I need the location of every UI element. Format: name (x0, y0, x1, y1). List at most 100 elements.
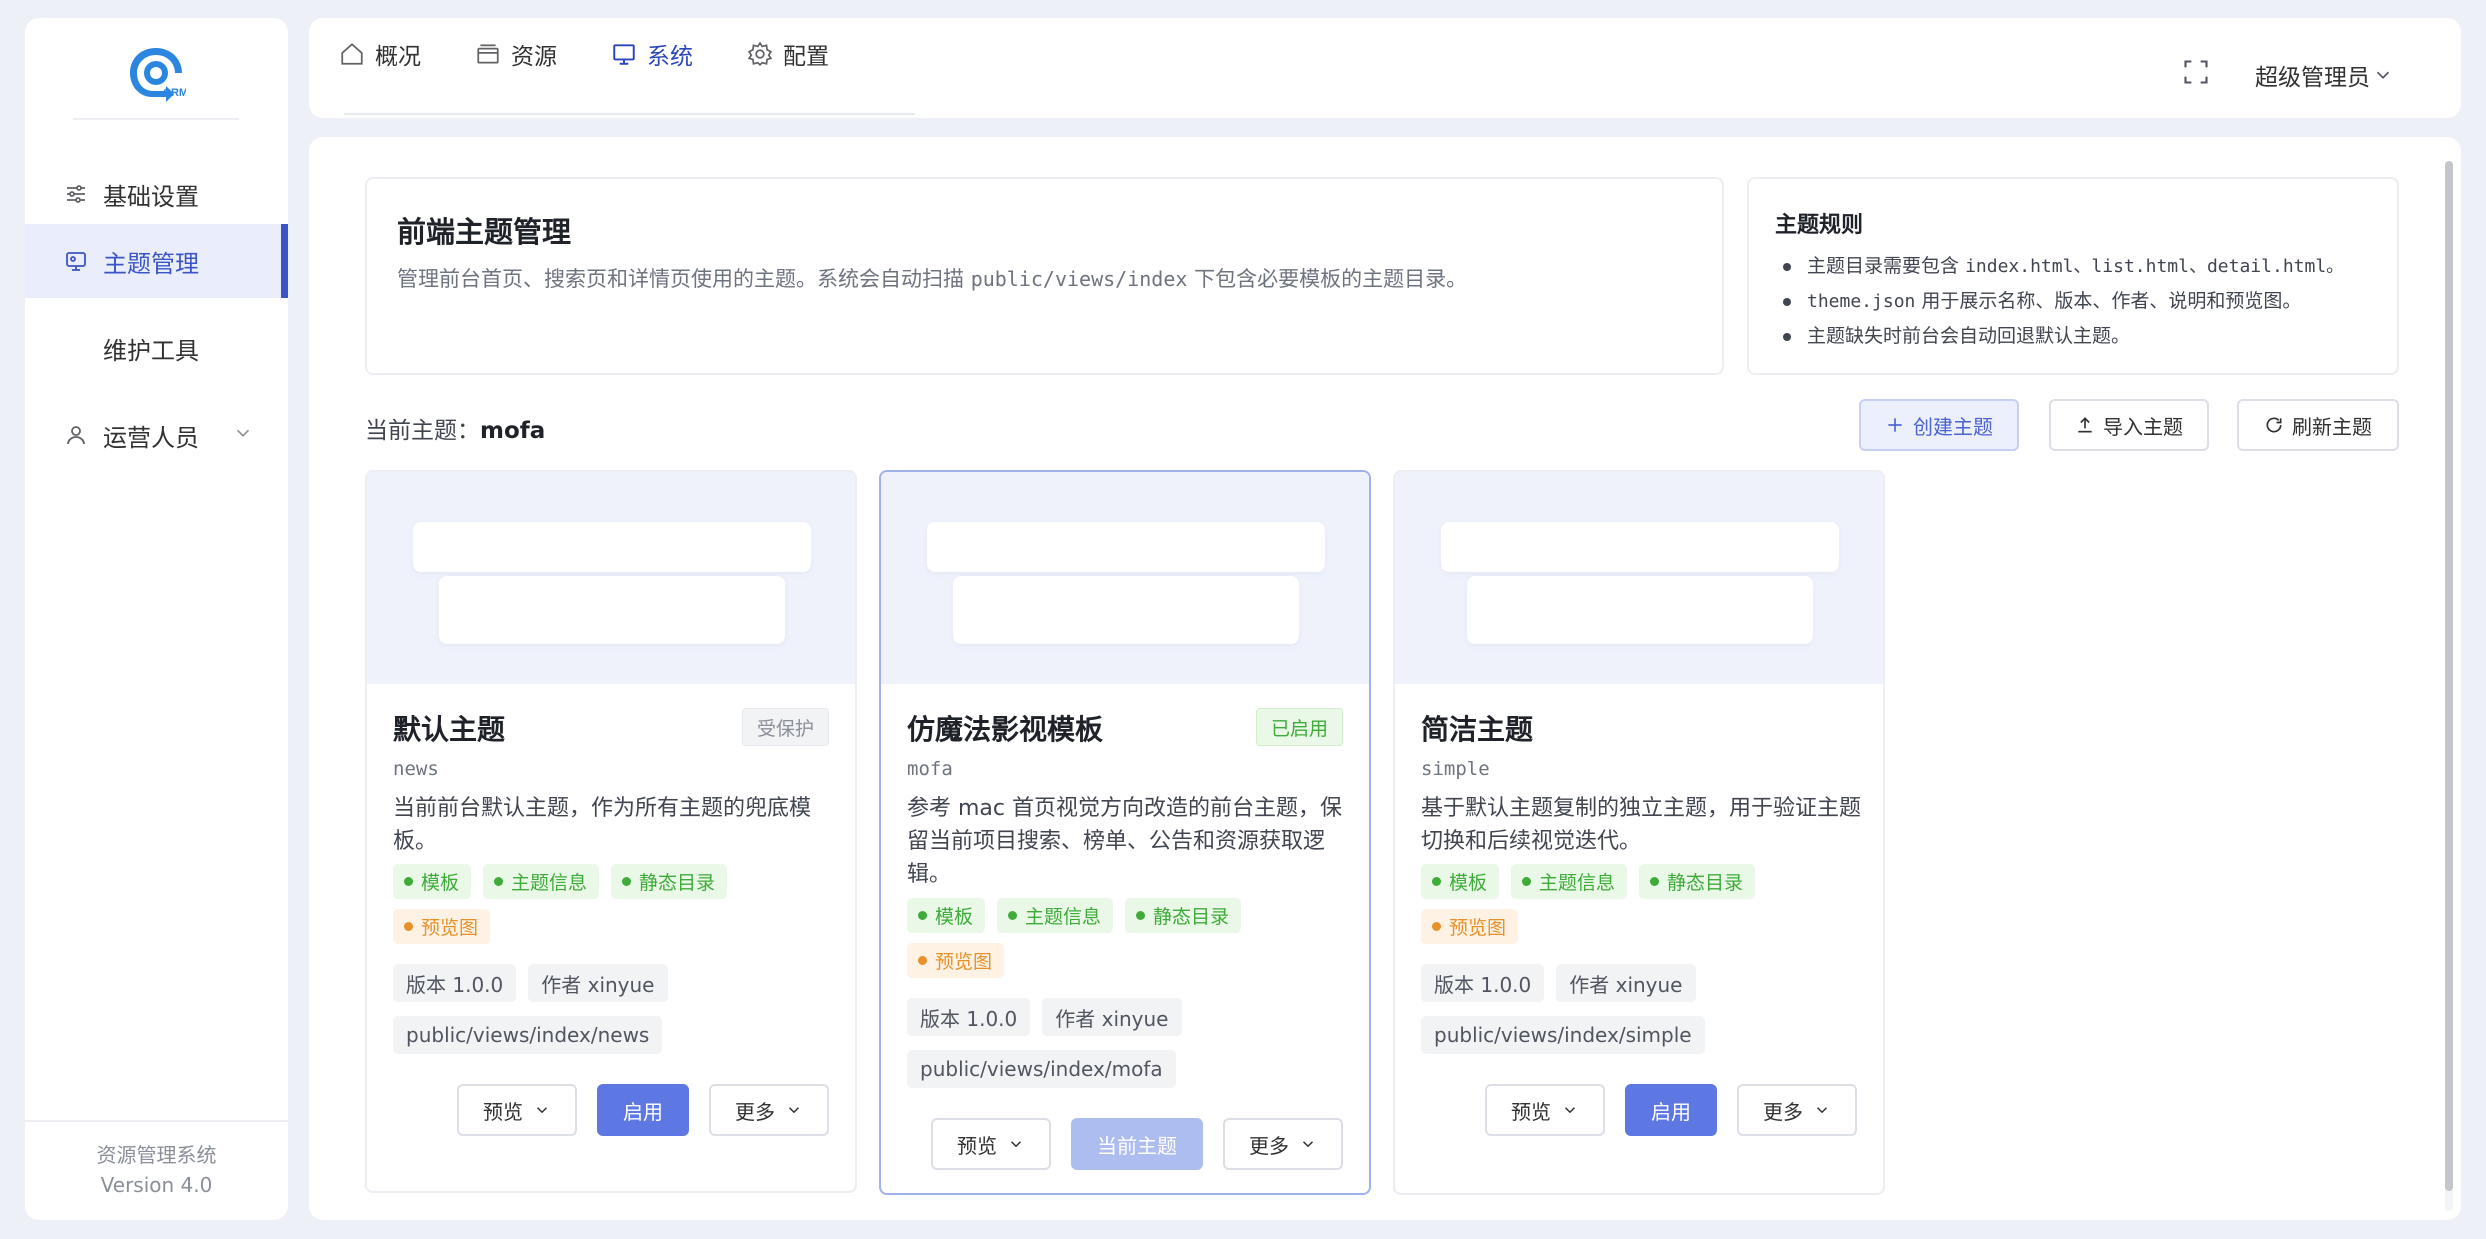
user-menu[interactable]: 超级管理员 (2255, 58, 2394, 92)
rule-item: theme.json 用于展示名称、版本、作者、说明和预览图。 (1779, 284, 2344, 319)
gear-icon (747, 41, 773, 67)
button-label: 刷新主题 (2292, 414, 2372, 439)
theme-preview-image (367, 472, 855, 684)
theme-icon (63, 248, 89, 274)
chevron-down-icon (1007, 1135, 1025, 1153)
tab-system[interactable]: 系统 (611, 4, 693, 104)
theme-description: 基于默认主题复制的独立主题，用于验证主题切换和后续视觉迭代。 (1421, 796, 1862, 854)
chevron-down-icon (2376, 71, 2390, 79)
button-label: 创建主题 (1913, 414, 1993, 439)
preview-button[interactable]: 预览 (457, 1084, 577, 1136)
crm-logo: CRM (130, 48, 186, 102)
page-title: 前端主题管理 (397, 215, 572, 249)
tag-row: 模板 主题信息 静态目录 预览图 (1421, 864, 1867, 954)
theme-card-news: 默认主题 受保护 news 当前前台默认主题，作为所有主题的兜底模板。 模板 主… (365, 470, 857, 1193)
tag-template: 模板 (1421, 864, 1500, 899)
rule-item: 主题缺失时前台会自动回退默认主题。 (1779, 319, 2344, 354)
sidebar-item-basic-settings[interactable]: 基础设置 (25, 157, 288, 231)
card-actions: 预览 当前主题 更多 (911, 1118, 1343, 1170)
preview-button[interactable]: 预览 (931, 1118, 1051, 1170)
sidebar-item-label: 维护工具 (103, 336, 199, 365)
enabled-badge: 已启用 (1255, 708, 1343, 746)
sidebar-item-operators[interactable]: 运营人员 (25, 398, 288, 472)
import-theme-button[interactable]: 导入主题 (2049, 399, 2209, 451)
current-theme-label: 当前主题： (365, 418, 480, 444)
theme-card-mofa: 仿魔法影视模板 已启用 mofa 参考 mac 首页视觉方向改造的前台主题，保留… (879, 470, 1371, 1195)
chevron-down-icon (1299, 1135, 1317, 1153)
home-icon (339, 41, 365, 67)
tab-resources[interactable]: 资源 (475, 4, 557, 104)
enable-button[interactable]: 启用 (1625, 1084, 1717, 1136)
author-chip: 作者 xinyue (1042, 998, 1182, 1036)
desc-path: public/views/index (970, 267, 1188, 291)
rule-code: index.html、list.html、detail.html。 (1965, 256, 2345, 277)
button-label: 导入主题 (2103, 414, 2183, 439)
chevron-down-icon (1561, 1101, 1579, 1119)
current-theme-button: 当前主题 (1071, 1118, 1203, 1170)
topbar: 概况 资源 系统 配置 超级管理员 (309, 18, 2461, 118)
user-name: 超级管理员 (2255, 65, 2370, 91)
more-button[interactable]: 更多 (709, 1084, 829, 1136)
desc-text: 管理前台首页、搜索页和详情页使用的主题。系统会自动扫描 (397, 267, 964, 291)
theme-slug: simple (1421, 758, 1490, 780)
theme-name: 简洁主题 (1421, 713, 1534, 746)
enable-button[interactable]: 启用 (597, 1084, 689, 1136)
sidebar: CRM 基础设置 主题管理 维护工具 运营人员 资源管理系统 Version 4… (25, 18, 288, 1220)
sidebar-item-maintenance-tools[interactable]: 维护工具 (25, 311, 288, 385)
footer-divider (25, 1120, 288, 1122)
path-chip: public/views/index/news (393, 1016, 663, 1054)
tag-preview-image: 预览图 (393, 909, 491, 944)
theme-preview-image (881, 472, 1369, 684)
system-name: 资源管理系统 (96, 1143, 217, 1167)
sidebar-item-theme-management[interactable]: 主题管理 (25, 224, 288, 298)
tab-config[interactable]: 配置 (747, 4, 829, 104)
current-theme-value: mofa (480, 418, 546, 444)
path-chip: public/views/index/mofa (907, 1050, 1176, 1088)
meta-row: 版本 1.0.0 作者 xinyue public/views/index/si… (1421, 964, 1867, 1068)
top-tabs: 概况 资源 系统 配置 (339, 18, 883, 118)
author-chip: 作者 xinyue (1556, 964, 1696, 1002)
version-chip: 版本 1.0.0 (1421, 964, 1545, 1002)
sidebar-item-label: 主题管理 (103, 249, 199, 278)
chevron-down-icon (1813, 1101, 1831, 1119)
tab-label: 资源 (511, 44, 557, 70)
rule-text: 主题缺失时前台会自动回退默认主题。 (1807, 325, 2131, 347)
sidebar-footer: 资源管理系统 Version 4.0 (25, 1140, 288, 1200)
page-description: 管理前台首页、搜索页和详情页使用的主题。系统会自动扫描 public/views… (397, 263, 1467, 293)
scrollbar-thumb[interactable] (2445, 161, 2453, 1191)
preview-button[interactable]: 预览 (1485, 1084, 1605, 1136)
chevron-down-icon (236, 429, 250, 437)
refresh-theme-button[interactable]: 刷新主题 (2237, 399, 2399, 451)
plus-icon (1885, 415, 1905, 435)
path-chip: public/views/index/simple (1421, 1016, 1705, 1054)
theme-description: 当前前台默认主题，作为所有主题的兜底模板。 (393, 796, 812, 854)
version-chip: 版本 1.0.0 (907, 998, 1031, 1036)
tabs-underline (344, 113, 915, 115)
more-button[interactable]: 更多 (1737, 1084, 1857, 1136)
tag-theme-info: 主题信息 (1511, 864, 1628, 899)
rules-title: 主题规则 (1775, 213, 1864, 238)
rules-list: 主题目录需要包含 index.html、list.html、detail.htm… (1779, 249, 2344, 354)
tab-overview[interactable]: 概况 (339, 4, 421, 104)
refresh-icon (2264, 415, 2284, 435)
current-theme: 当前主题：mofa (365, 411, 545, 445)
theme-preview-image (1395, 472, 1883, 684)
tag-static-dir: 静态目录 (611, 864, 728, 899)
theme-name: 仿魔法影视模板 (907, 713, 1104, 746)
rule-text: 主题目录需要包含 (1807, 255, 1960, 277)
rule-text: 用于展示名称、版本、作者、说明和预览图。 (1921, 290, 2302, 312)
more-button[interactable]: 更多 (1223, 1118, 1343, 1170)
tag-template: 模板 (907, 898, 986, 933)
tag-preview-image: 预览图 (907, 943, 1005, 978)
rules-card: 主题规则 主题目录需要包含 index.html、list.html、detai… (1747, 177, 2399, 375)
create-theme-button[interactable]: 创建主题 (1859, 399, 2019, 451)
card-actions: 预览 启用 更多 (437, 1084, 829, 1136)
theme-slug: news (393, 758, 439, 780)
tab-label: 系统 (647, 44, 693, 70)
chevron-down-icon (785, 1101, 803, 1119)
user-icon (63, 422, 89, 448)
meta-row: 版本 1.0.0 作者 xinyue public/views/index/ne… (393, 964, 839, 1068)
tag-theme-info: 主题信息 (483, 864, 600, 899)
protected-badge: 受保护 (741, 708, 829, 746)
fullscreen-icon[interactable] (2182, 58, 2210, 86)
